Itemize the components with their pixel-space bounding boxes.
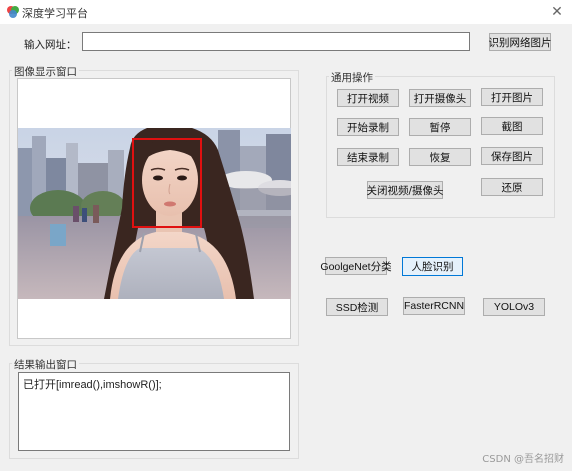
watermark: CSDN @吾名招财 — [482, 454, 564, 465]
face-recognition-button[interactable]: 人脸识别 — [402, 257, 463, 276]
fasterrcnn-button[interactable]: FasterRCNN — [403, 297, 465, 315]
yolov3-button[interactable]: YOLOv3 — [483, 298, 545, 316]
result-output-text[interactable]: 已打开[imread(),imshowR()]; — [18, 372, 290, 451]
image-display-title: 图像显示窗口 — [12, 64, 79, 79]
open-image-button[interactable]: 打开图片 — [481, 88, 543, 106]
ssd-detect-button[interactable]: SSD检测 — [326, 298, 388, 316]
restore-button[interactable]: 还原 — [481, 178, 543, 196]
url-label: 输入网址： — [24, 39, 77, 51]
window-title: 深度学习平台 — [22, 7, 88, 20]
resume-button[interactable]: 恢复 — [409, 148, 471, 166]
open-video-button[interactable]: 打开视频 — [337, 89, 399, 107]
close-icon[interactable]: ✕ — [548, 3, 566, 21]
app-icon — [6, 5, 20, 19]
googlenet-classify-button[interactable]: GoolgeNet分类 — [320, 257, 392, 275]
close-video-camera-button[interactable]: 关闭视频/摄像头 — [366, 181, 444, 199]
common-ops-title: 通用操作 — [329, 70, 375, 85]
result-output-title: 结果输出窗口 — [12, 357, 79, 372]
save-image-button[interactable]: 保存图片 — [481, 147, 543, 165]
pause-button[interactable]: 暂停 — [409, 118, 471, 136]
url-input[interactable] — [82, 32, 470, 51]
open-camera-button[interactable]: 打开摄像头 — [409, 89, 471, 107]
face-detection-box — [132, 138, 202, 228]
stop-record-button[interactable]: 结束录制 — [337, 148, 399, 166]
screenshot-button[interactable]: 截图 — [481, 117, 543, 135]
recognize-web-image-button[interactable]: 识别网络图片 — [489, 33, 552, 51]
start-record-button[interactable]: 开始录制 — [337, 118, 399, 136]
